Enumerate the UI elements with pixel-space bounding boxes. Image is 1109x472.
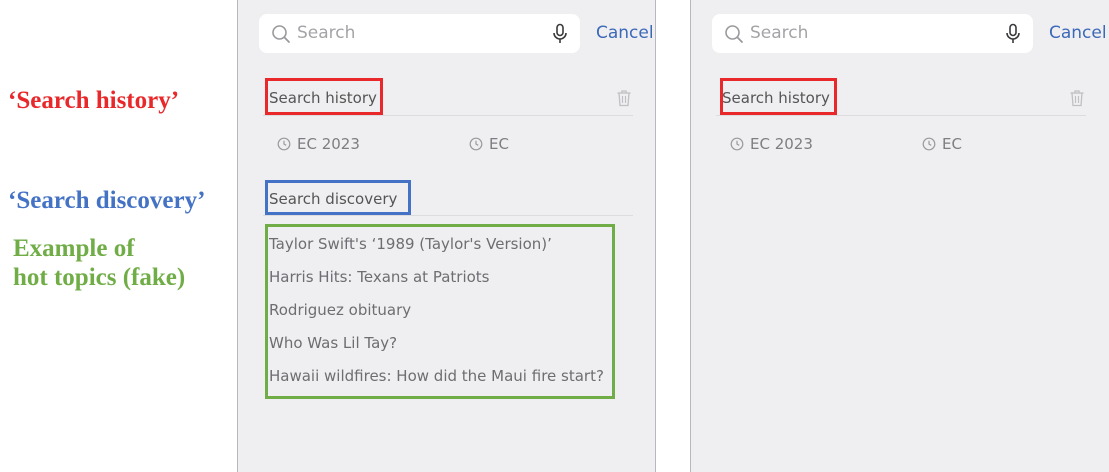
history-item[interactable]: EC — [922, 135, 962, 153]
trash-icon[interactable] — [616, 89, 632, 107]
search-input[interactable]: Search — [712, 14, 1033, 53]
trash-icon[interactable] — [1069, 89, 1085, 107]
clock-icon — [277, 137, 291, 151]
clock-icon — [922, 137, 936, 151]
search-input[interactable]: Search — [259, 14, 580, 53]
divider — [263, 215, 633, 216]
history-item[interactable]: EC 2023 — [730, 135, 813, 153]
search-icon — [272, 25, 290, 43]
highlight-box-hot-topics — [265, 224, 615, 399]
history-item-label: EC 2023 — [750, 135, 813, 153]
search-icon — [725, 25, 743, 43]
search-screen-history-only: Search Cancel Search history EC 2023 EC — [690, 0, 1109, 472]
highlight-box-search-history — [720, 78, 837, 115]
history-item-label: EC 2023 — [297, 135, 360, 153]
history-item-label: EC — [942, 135, 962, 153]
highlight-box-search-discovery — [265, 180, 411, 215]
search-screen-with-discovery: Search Cancel Search history EC 2023 EC … — [237, 0, 656, 472]
history-item[interactable]: EC — [469, 135, 509, 153]
microphone-icon[interactable] — [1004, 23, 1022, 45]
annotation-hot-topics-line-1: Example of — [13, 235, 135, 262]
highlight-box-search-history — [265, 78, 383, 115]
search-placeholder: Search — [297, 23, 356, 43]
annotation-hot-topics: Example of hot topics (fake) — [13, 234, 185, 292]
cancel-button[interactable]: Cancel — [596, 23, 654, 44]
history-item-label: EC — [489, 135, 509, 153]
annotation-search-history: ‘Search history’ — [8, 87, 180, 114]
clock-icon — [730, 137, 744, 151]
annotation-search-discovery: ‘Search discovery’ — [8, 187, 206, 214]
divider — [716, 115, 1086, 116]
clock-icon — [469, 137, 483, 151]
history-item[interactable]: EC 2023 — [277, 135, 360, 153]
cancel-button[interactable]: Cancel — [1049, 23, 1107, 44]
annotation-hot-topics-line-2: hot topics (fake) — [13, 264, 186, 291]
divider — [263, 115, 633, 116]
microphone-icon[interactable] — [551, 23, 569, 45]
search-placeholder: Search — [750, 23, 809, 43]
